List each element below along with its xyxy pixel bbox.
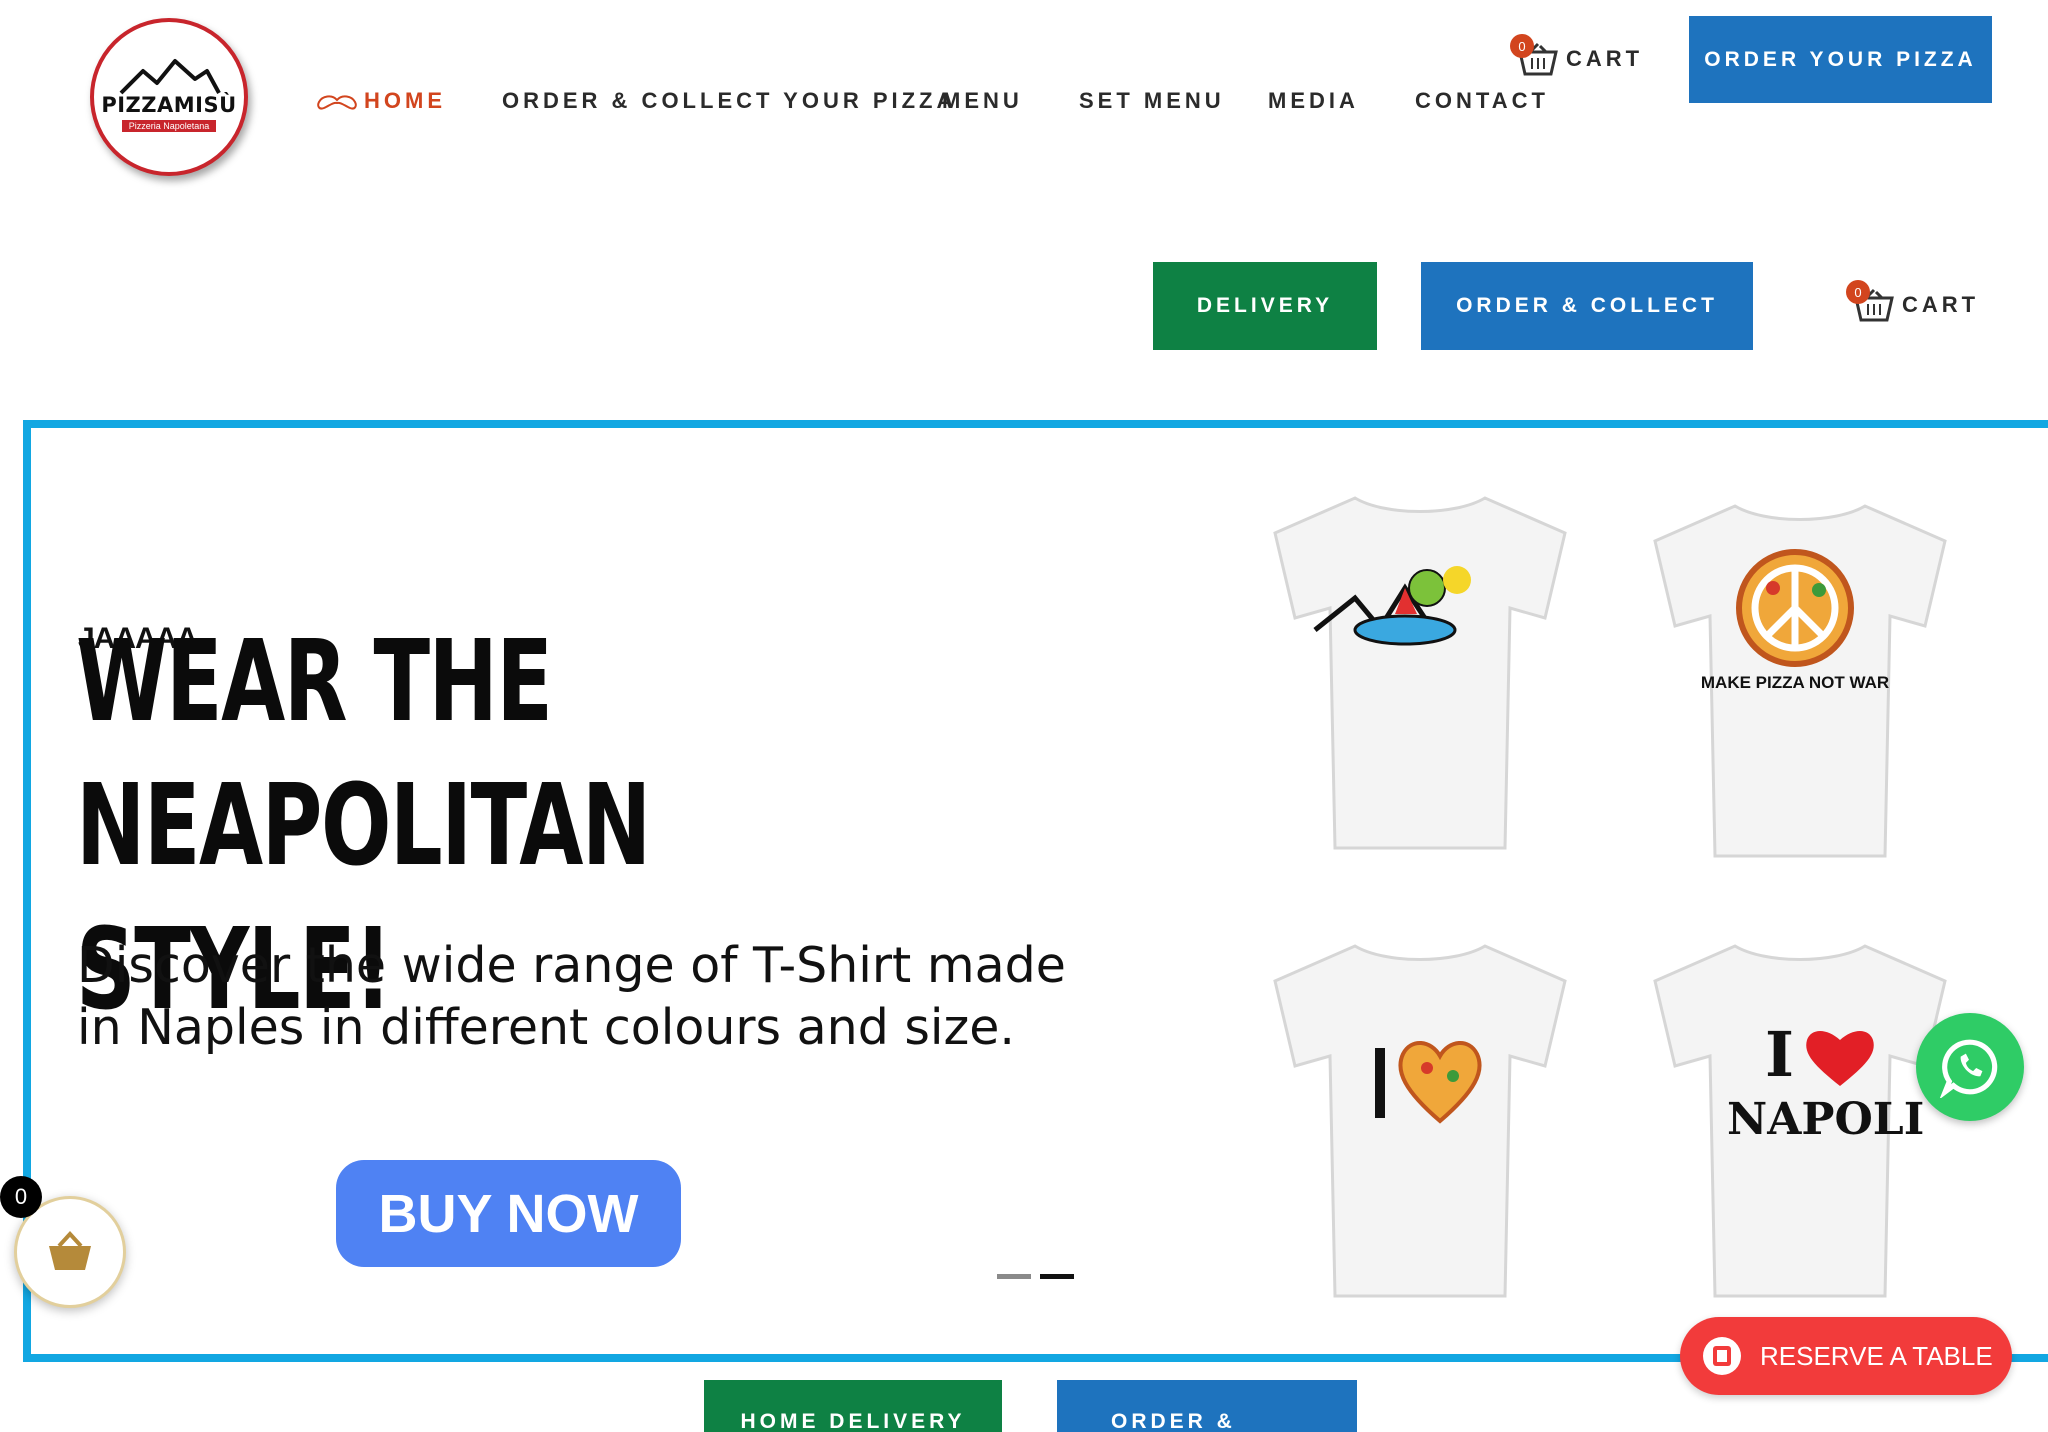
- make-pizza-not-war-shirt-image: MAKE PIZZA NOT WAR: [1635, 496, 1965, 866]
- header-cart[interactable]: 0 CART: [1510, 34, 1644, 76]
- nav-menu[interactable]: MENU: [942, 88, 1023, 114]
- cart-count-badge: 0: [1510, 34, 1534, 58]
- order-collect-button[interactable]: ORDER & COLLECT: [1421, 262, 1753, 350]
- logo-tagline: Pizzeria Napoletana: [121, 119, 217, 132]
- nav-contact[interactable]: CONTACT: [1415, 88, 1549, 114]
- cart-count-badge: 0: [1846, 280, 1870, 304]
- whatsapp-button[interactable]: [1916, 1013, 2024, 1121]
- heart-pizza-shirt-image: [1255, 936, 1585, 1306]
- reserve-table-button[interactable]: RESERVE A TABLE: [1680, 1317, 2012, 1395]
- hero-subtext: Discover the wide range of T-Shirt made …: [77, 937, 1066, 1056]
- nav-order-collect[interactable]: ORDER & COLLECT YOUR PIZZA: [502, 88, 956, 114]
- napoli-vesuvio-shirt-image: [1255, 488, 1585, 858]
- delivery-button[interactable]: DELIVERY: [1153, 262, 1377, 350]
- basket-icon: 0: [1846, 280, 1894, 322]
- subheader-cart[interactable]: 0 CART: [1846, 280, 1980, 322]
- nav-media[interactable]: MEDIA: [1268, 88, 1359, 114]
- slider-dot-1[interactable]: [997, 1274, 1031, 1279]
- shirt-print-i: I: [1765, 1018, 1794, 1091]
- nav-set-menu[interactable]: SET MENU: [1079, 88, 1225, 114]
- buy-now-button[interactable]: BUY NOW: [336, 1160, 681, 1267]
- floating-cart-count: 0: [0, 1176, 42, 1218]
- nav-home[interactable]: HOME: [364, 88, 446, 114]
- i-love-napoli-shirt-image: I NAPOLI: [1635, 936, 1965, 1306]
- reserve-label: RESERVE A TABLE: [1760, 1340, 1993, 1371]
- whatsapp-icon: [1939, 1039, 1998, 1098]
- main-nav: HOME ORDER & COLLECT YOUR PIZZA MENU SET…: [0, 88, 1545, 118]
- cart-label: CART: [1566, 46, 1644, 71]
- shirt-print-text: MAKE PIZZA NOT WAR: [1701, 673, 1889, 692]
- cart-label: CART: [1902, 292, 1980, 317]
- basket-icon: 0: [1510, 34, 1558, 76]
- home-delivery-button[interactable]: HOME DELIVERY: [704, 1380, 1002, 1432]
- bottom-order-collect-button[interactable]: ORDER &: [1057, 1380, 1357, 1432]
- headline-line-1: WEAR THE NEAPOLITAN: [76, 617, 651, 891]
- shirt-print-napoli: NAPOLI: [1727, 1094, 1924, 1145]
- slider-dot-2[interactable]: [1040, 1274, 1074, 1279]
- basket-icon: [49, 1231, 91, 1270]
- reserve-icon: [1703, 1337, 1741, 1375]
- order-your-pizza-button[interactable]: ORDER YOUR PIZZA: [1689, 16, 1992, 103]
